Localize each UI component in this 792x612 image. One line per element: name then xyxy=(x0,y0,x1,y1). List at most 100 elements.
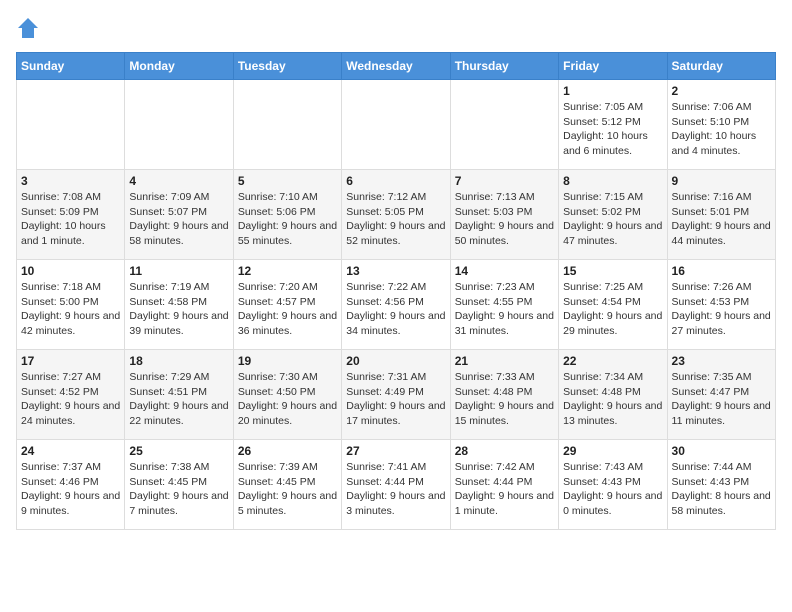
day-number: 14 xyxy=(455,264,554,278)
calendar-cell xyxy=(450,80,558,170)
day-number: 21 xyxy=(455,354,554,368)
calendar-week-4: 17 Sunrise: 7:27 AM Sunset: 4:52 PM Dayli… xyxy=(17,350,776,440)
day-number: 22 xyxy=(563,354,662,368)
day-info: Sunrise: 7:31 AM Sunset: 4:49 PM Dayligh… xyxy=(346,370,445,429)
day-number: 12 xyxy=(238,264,337,278)
day-number: 28 xyxy=(455,444,554,458)
day-info: Sunrise: 7:10 AM Sunset: 5:06 PM Dayligh… xyxy=(238,190,337,249)
header xyxy=(16,16,776,40)
calendar-cell: 21 Sunrise: 7:33 AM Sunset: 4:48 PM Dayli… xyxy=(450,350,558,440)
day-number: 15 xyxy=(563,264,662,278)
calendar-cell: 3 Sunrise: 7:08 AM Sunset: 5:09 PM Daylig… xyxy=(17,170,125,260)
day-number: 17 xyxy=(21,354,120,368)
day-number: 1 xyxy=(563,84,662,98)
calendar-cell: 19Sunrise: 7:30 AM Sunset: 4:50 PM Dayli… xyxy=(233,350,341,440)
day-info: Sunrise: 7:44 AM Sunset: 4:43 PM Dayligh… xyxy=(672,460,771,519)
day-info: Sunrise: 7:34 AM Sunset: 4:48 PM Dayligh… xyxy=(563,370,662,429)
day-number: 2 xyxy=(672,84,771,98)
day-number: 16 xyxy=(672,264,771,278)
day-header-friday: Friday xyxy=(559,53,667,80)
day-number: 29 xyxy=(563,444,662,458)
day-number: 8 xyxy=(563,174,662,188)
day-number: 6 xyxy=(346,174,445,188)
calendar-cell: 30 Sunrise: 7:44 AM Sunset: 4:43 PM Dayli… xyxy=(667,440,775,530)
calendar-cell: 13Sunrise: 7:22 AM Sunset: 4:56 PM Dayli… xyxy=(342,260,450,350)
calendar-cell: 25Sunrise: 7:38 AM Sunset: 4:45 PM Dayli… xyxy=(125,440,233,530)
day-info: Sunrise: 7:12 AM Sunset: 5:05 PM Dayligh… xyxy=(346,190,445,249)
calendar-cell: 15 Sunrise: 7:25 AM Sunset: 4:54 PM Dayli… xyxy=(559,260,667,350)
day-info: Sunrise: 7:38 AM Sunset: 4:45 PM Dayligh… xyxy=(129,460,228,519)
calendar-cell: 28 Sunrise: 7:42 AM Sunset: 4:44 PM Dayli… xyxy=(450,440,558,530)
day-number: 7 xyxy=(455,174,554,188)
day-info: Sunrise: 7:18 AM Sunset: 5:00 PM Dayligh… xyxy=(21,280,120,339)
logo-icon xyxy=(16,16,40,40)
calendar-cell: 12 Sunrise: 7:20 AM Sunset: 4:57 PM Dayli… xyxy=(233,260,341,350)
day-info: Sunrise: 7:26 AM Sunset: 4:53 PM Dayligh… xyxy=(672,280,771,339)
calendar-cell: 11 Sunrise: 7:19 AM Sunset: 4:58 PM Dayli… xyxy=(125,260,233,350)
calendar-cell: 1 Sunrise: 7:05 AM Sunset: 5:12 PM Daylig… xyxy=(559,80,667,170)
day-number: 30 xyxy=(672,444,771,458)
day-header-saturday: Saturday xyxy=(667,53,775,80)
day-number: 26 xyxy=(238,444,337,458)
day-number: 11 xyxy=(129,264,228,278)
day-header-wednesday: Wednesday xyxy=(342,53,450,80)
day-header-sunday: Sunday xyxy=(17,53,125,80)
day-info: Sunrise: 7:43 AM Sunset: 4:43 PM Dayligh… xyxy=(563,460,662,519)
calendar-cell: 6 Sunrise: 7:12 AM Sunset: 5:05 PM Daylig… xyxy=(342,170,450,260)
day-info: Sunrise: 7:27 AM Sunset: 4:52 PM Dayligh… xyxy=(21,370,120,429)
day-info: Sunrise: 7:06 AM Sunset: 5:10 PM Dayligh… xyxy=(672,100,771,159)
calendar-cell: 9 Sunrise: 7:16 AM Sunset: 5:01 PM Daylig… xyxy=(667,170,775,260)
calendar-cell: 17 Sunrise: 7:27 AM Sunset: 4:52 PM Dayli… xyxy=(17,350,125,440)
calendar-cell: 27 Sunrise: 7:41 AM Sunset: 4:44 PM Dayli… xyxy=(342,440,450,530)
calendar-cell xyxy=(233,80,341,170)
day-info: Sunrise: 7:23 AM Sunset: 4:55 PM Dayligh… xyxy=(455,280,554,339)
day-info: Sunrise: 7:08 AM Sunset: 5:09 PM Dayligh… xyxy=(21,190,120,249)
calendar-cell: 2 Sunrise: 7:06 AM Sunset: 5:10 PM Daylig… xyxy=(667,80,775,170)
day-number: 13 xyxy=(346,264,445,278)
calendar-cell: 16 Sunrise: 7:26 AM Sunset: 4:53 PM Dayli… xyxy=(667,260,775,350)
calendar-week-1: 1 Sunrise: 7:05 AM Sunset: 5:12 PM Daylig… xyxy=(17,80,776,170)
day-info: Sunrise: 7:39 AM Sunset: 4:45 PM Dayligh… xyxy=(238,460,337,519)
day-number: 27 xyxy=(346,444,445,458)
day-number: 5 xyxy=(238,174,337,188)
calendar-cell xyxy=(342,80,450,170)
calendar-cell: 14 Sunrise: 7:23 AM Sunset: 4:55 PM Dayli… xyxy=(450,260,558,350)
calendar-cell: 24 Sunrise: 7:37 AM Sunset: 4:46 PM Dayli… xyxy=(17,440,125,530)
day-info: Sunrise: 7:19 AM Sunset: 4:58 PM Dayligh… xyxy=(129,280,228,339)
calendar-cell: 7 Sunrise: 7:13 AM Sunset: 5:03 PM Daylig… xyxy=(450,170,558,260)
calendar-cell: 10 Sunrise: 7:18 AM Sunset: 5:00 PM Dayli… xyxy=(17,260,125,350)
day-info: Sunrise: 7:05 AM Sunset: 5:12 PM Dayligh… xyxy=(563,100,662,159)
day-info: Sunrise: 7:29 AM Sunset: 4:51 PM Dayligh… xyxy=(129,370,228,429)
calendar-cell: 18 Sunrise: 7:29 AM Sunset: 4:51 PM Dayli… xyxy=(125,350,233,440)
day-number: 4 xyxy=(129,174,228,188)
day-info: Sunrise: 7:41 AM Sunset: 4:44 PM Dayligh… xyxy=(346,460,445,519)
calendar-week-2: 3 Sunrise: 7:08 AM Sunset: 5:09 PM Daylig… xyxy=(17,170,776,260)
day-number: 10 xyxy=(21,264,120,278)
day-info: Sunrise: 7:35 AM Sunset: 4:47 PM Dayligh… xyxy=(672,370,771,429)
day-info: Sunrise: 7:20 AM Sunset: 4:57 PM Dayligh… xyxy=(238,280,337,339)
day-number: 9 xyxy=(672,174,771,188)
day-header-tuesday: Tuesday xyxy=(233,53,341,80)
calendar-cell: 8Sunrise: 7:15 AM Sunset: 5:02 PM Daylig… xyxy=(559,170,667,260)
calendar-cell xyxy=(17,80,125,170)
day-number: 23 xyxy=(672,354,771,368)
day-header-thursday: Thursday xyxy=(450,53,558,80)
day-info: Sunrise: 7:42 AM Sunset: 4:44 PM Dayligh… xyxy=(455,460,554,519)
day-number: 20 xyxy=(346,354,445,368)
calendar-cell: 26 Sunrise: 7:39 AM Sunset: 4:45 PM Dayli… xyxy=(233,440,341,530)
day-number: 18 xyxy=(129,354,228,368)
day-number: 24 xyxy=(21,444,120,458)
calendar-cell: 20 Sunrise: 7:31 AM Sunset: 4:49 PM Dayli… xyxy=(342,350,450,440)
calendar-cell xyxy=(125,80,233,170)
day-info: Sunrise: 7:16 AM Sunset: 5:01 PM Dayligh… xyxy=(672,190,771,249)
day-info: Sunrise: 7:33 AM Sunset: 4:48 PM Dayligh… xyxy=(455,370,554,429)
day-info: Sunrise: 7:37 AM Sunset: 4:46 PM Dayligh… xyxy=(21,460,120,519)
day-info: Sunrise: 7:25 AM Sunset: 4:54 PM Dayligh… xyxy=(563,280,662,339)
day-header-monday: Monday xyxy=(125,53,233,80)
calendar-cell: 23 Sunrise: 7:35 AM Sunset: 4:47 PM Dayli… xyxy=(667,350,775,440)
calendar-header-row: SundayMondayTuesdayWednesdayThursdayFrid… xyxy=(17,53,776,80)
calendar-cell: 29 Sunrise: 7:43 AM Sunset: 4:43 PM Dayli… xyxy=(559,440,667,530)
day-info: Sunrise: 7:13 AM Sunset: 5:03 PM Dayligh… xyxy=(455,190,554,249)
day-number: 3 xyxy=(21,174,120,188)
calendar-cell: 22 Sunrise: 7:34 AM Sunset: 4:48 PM Dayli… xyxy=(559,350,667,440)
